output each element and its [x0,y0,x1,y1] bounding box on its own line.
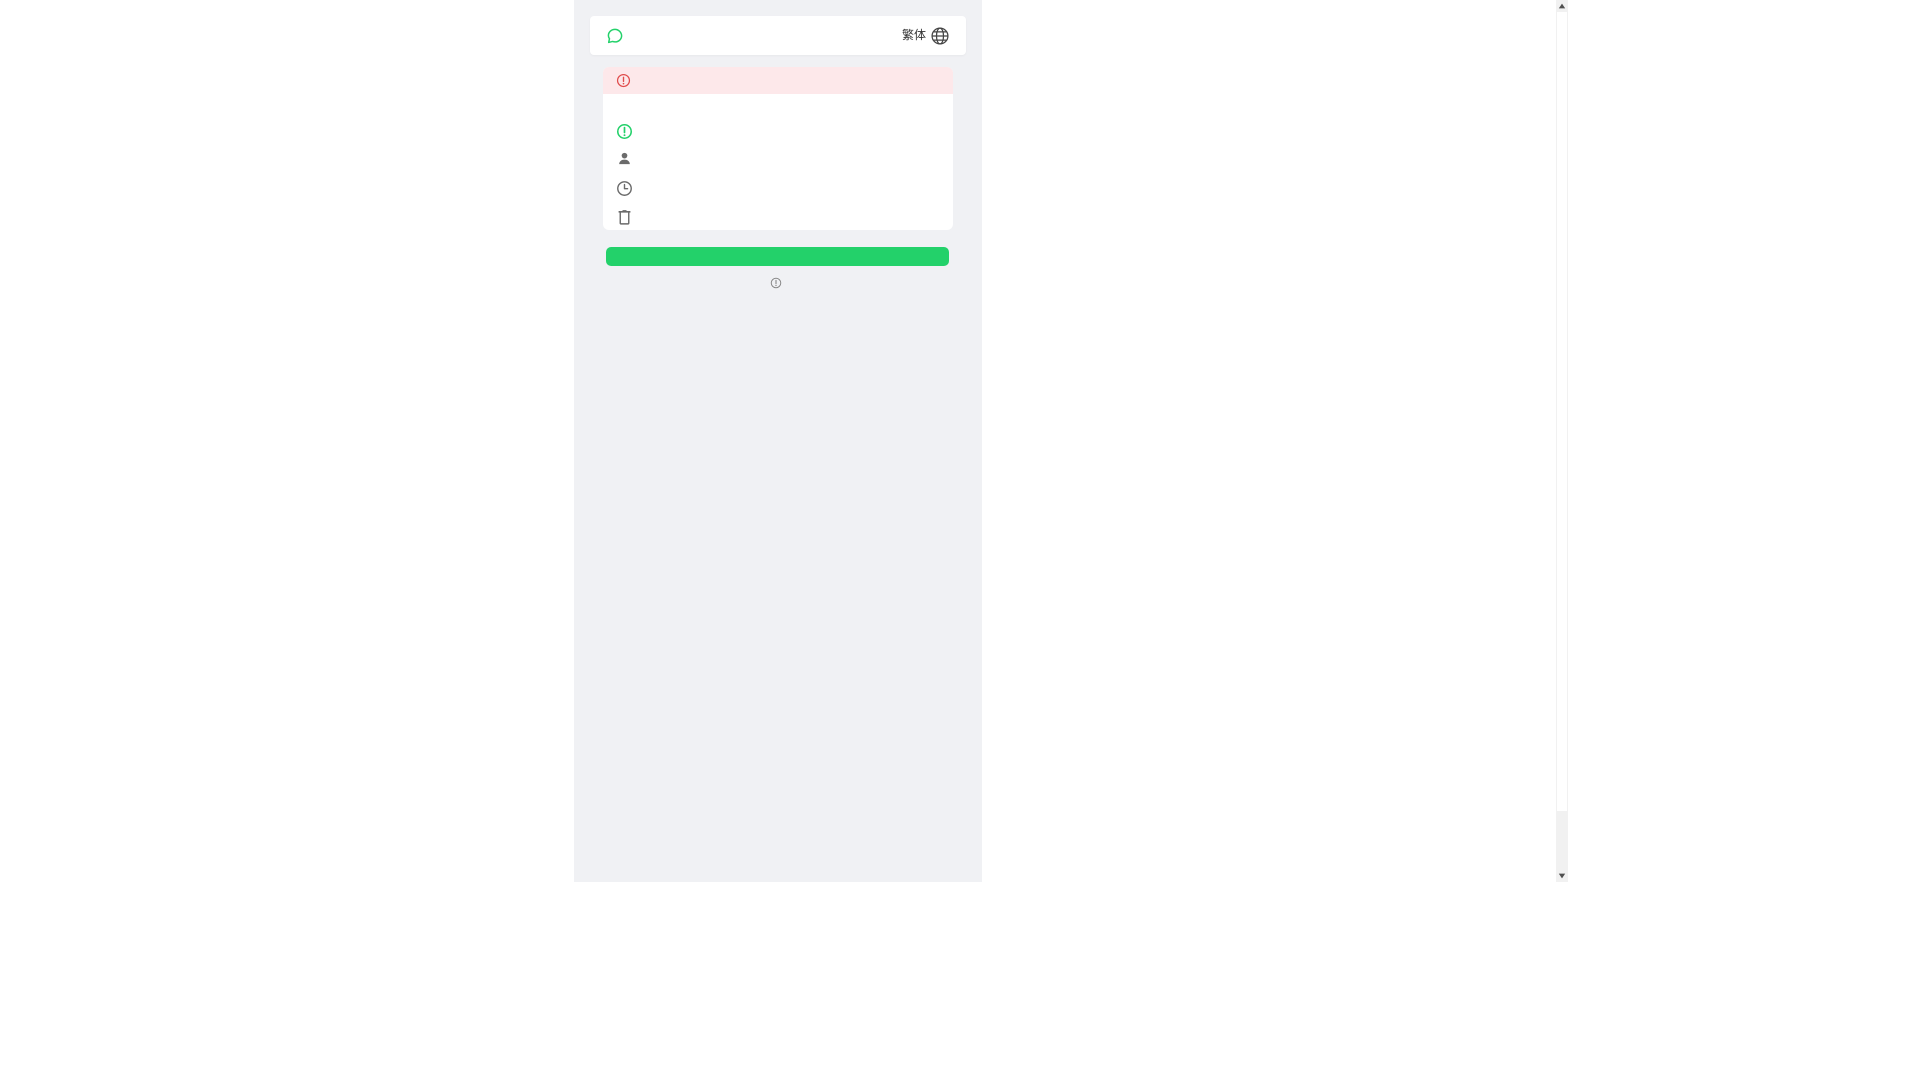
scroll-up-arrow-icon[interactable] [1558,2,1566,10]
chat-bubble-icon[interactable] [606,27,624,45]
alert-circle-icon [616,73,631,88]
user-row [616,150,936,168]
time-row [616,180,936,198]
primary-action-button[interactable] [606,247,949,266]
scrollbar-thumb[interactable] [1557,12,1567,811]
globe-icon[interactable] [930,26,950,46]
clock-icon [617,181,632,196]
browser-viewport: 繁体 [0,0,1568,882]
order-detail-card [603,67,953,230]
info-circle-icon [770,277,782,289]
status-row [616,123,936,141]
mobile-page: 繁体 [574,0,982,882]
top-header: 繁体 [590,16,966,55]
status-alert-icon [616,123,633,140]
language-switch-label[interactable]: 繁体 [902,28,926,42]
scroll-down-arrow-icon[interactable] [1558,872,1566,880]
vertical-scrollbar[interactable] [1556,0,1568,882]
clipboard-icon[interactable] [616,209,633,226]
footer-note [770,276,782,289]
user-icon [619,152,630,165]
alert-banner [603,67,953,94]
copy-row[interactable] [616,209,936,227]
